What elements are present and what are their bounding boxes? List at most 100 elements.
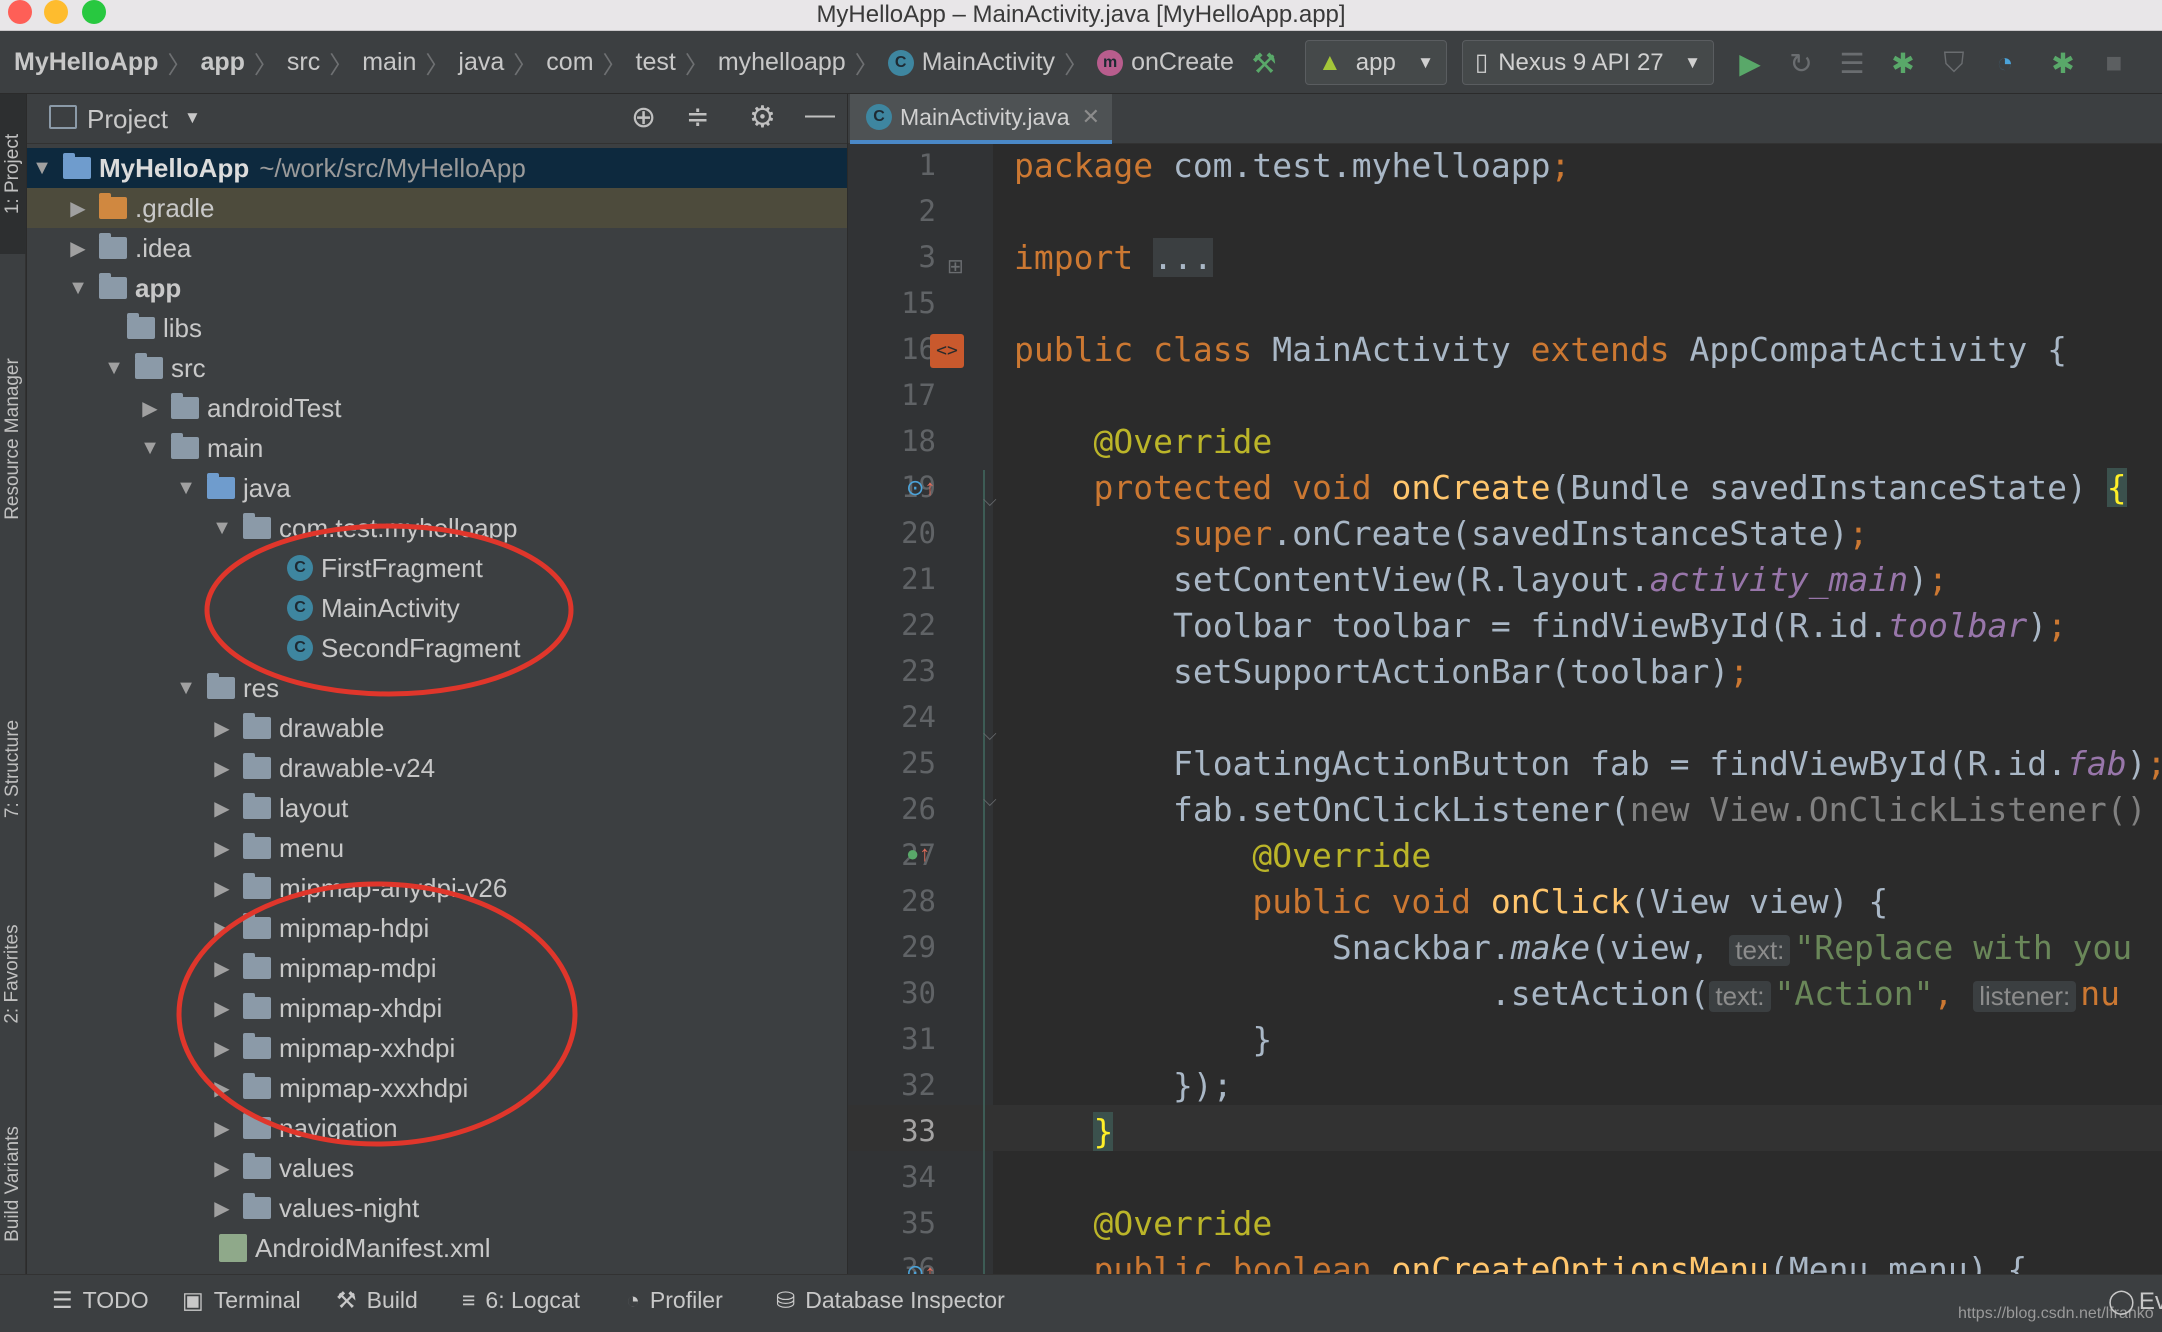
tool-todo[interactable]: ☰ TODO [52, 1287, 149, 1314]
run-config-select[interactable]: ▲ app ▼ [1305, 40, 1447, 85]
breadcrumb-mainactivity[interactable]: MainActivity [922, 48, 1055, 77]
line-number[interactable]: 1 [848, 148, 936, 182]
code-line-19: protected void onCreate(Bundle savedInst… [1093, 468, 2127, 507]
line-number[interactable]: 18 [848, 424, 936, 458]
close-icon[interactable]: ✕ [1082, 104, 1100, 130]
run-config-label: app [1355, 48, 1396, 76]
apply-code-changes-icon[interactable]: ☰ [1834, 45, 1870, 81]
line-number[interactable]: 30 [848, 976, 936, 1010]
param-hint: text: [1709, 981, 1771, 1012]
tab-structure[interactable]: 7: Structure [0, 684, 26, 854]
breadcrumb-com[interactable]: com [546, 48, 593, 77]
line-number[interactable]: 34 [848, 1160, 936, 1194]
tool-logcat[interactable]: ≡ 6: Logcat [462, 1287, 580, 1314]
tab-label: MainActivity.java [900, 103, 1070, 130]
code-line-31: } [1252, 1020, 1273, 1059]
line-number[interactable]: 32 [848, 1068, 936, 1102]
code-line-30: .setAction(text: "Action", listener: nu [1490, 974, 2121, 1013]
fold-marker-icon[interactable]: ⌵ [983, 490, 997, 511]
apply-changes-icon[interactable]: ↻ [1783, 45, 1819, 81]
editor-tab-bar: C MainActivity.java ✕ [848, 94, 2162, 144]
device-icon: ▯ [1475, 49, 1489, 76]
code-line-1: package com.test.myhelloapp; [1014, 146, 1571, 185]
line-number[interactable]: 16 [848, 332, 936, 366]
profile-icon[interactable]: ◔ [1987, 45, 2023, 81]
device-label: Nexus 9 API 27 [1498, 48, 1664, 76]
stop-icon[interactable]: ■ [2096, 45, 2132, 81]
left-tool-strip: 1: Project Resource Manager 7: Structure… [0, 94, 26, 1274]
tool-terminal[interactable]: ▣ Terminal [182, 1287, 301, 1314]
fold-marker-icon[interactable]: ⌵ [983, 790, 997, 811]
line-number[interactable]: 35 [848, 1206, 936, 1240]
line-number[interactable]: 23 [848, 654, 936, 688]
tab-favorites[interactable]: 2: Favorites [0, 874, 26, 1074]
breadcrumb-oncreate[interactable]: onCreate [1131, 48, 1234, 77]
line-number[interactable]: 26 [848, 792, 936, 826]
line-number[interactable]: 21 [848, 562, 936, 596]
breadcrumb-src[interactable]: src [287, 48, 320, 77]
tab-project[interactable]: 1: Project [0, 94, 26, 254]
breadcrumb-test[interactable]: test [636, 48, 676, 77]
line-number[interactable]: 3 [848, 240, 936, 274]
code-line-21: setContentView(R.layout.activity_main); [1172, 560, 1948, 599]
fold-marker-icon[interactable]: ⌵ [983, 724, 997, 745]
locate-target-icon[interactable]: ⊕ [631, 100, 656, 135]
override-marker-icon[interactable]: ⊙↑ [906, 475, 935, 501]
debug-icon[interactable]: ✱ [1885, 45, 1921, 81]
annotation-circle [176, 881, 578, 1147]
breadcrumb-project[interactable]: MyHelloApp [14, 48, 158, 77]
class-icon: C [887, 49, 914, 76]
tab-build-variants[interactable]: Build Variants [0, 1094, 26, 1274]
hammer-icon: ⚒ [336, 1287, 357, 1313]
tool-build[interactable]: ⚒ Build [336, 1287, 418, 1314]
line-number[interactable]: 28 [848, 884, 936, 918]
line-number[interactable]: 2 [848, 194, 936, 228]
code-line-23: setSupportActionBar(toolbar); [1172, 652, 1750, 691]
project-tree: ▼ MyHelloApp ~/work/src/MyHelloApp ▶ .gr… [27, 144, 847, 1274]
fold-plus-icon[interactable]: ⊞ [947, 254, 964, 279]
code-line-35: @Override [1093, 1204, 1273, 1243]
code-line-22: Toolbar toolbar = findViewById(R.id.tool… [1172, 606, 2068, 645]
logcat-icon: ≡ [462, 1287, 476, 1313]
event-log[interactable]: ◯ Ev [2108, 1287, 2162, 1316]
tool-profiler[interactable]: ◔ Profiler [626, 1287, 723, 1314]
line-number[interactable]: 29 [848, 930, 936, 964]
window-title-bar: MyHelloApp – MainActivity.java [MyHelloA… [0, 0, 2162, 31]
line-number[interactable]: 31 [848, 1022, 936, 1056]
collapse-all-icon[interactable]: ≑ [686, 100, 709, 133]
method-icon: m [1097, 49, 1124, 76]
implements-marker-icon[interactable]: ●↑ [906, 841, 930, 867]
line-number[interactable]: 17 [848, 378, 936, 412]
tab-mainactivity[interactable]: C MainActivity.java ✕ [850, 94, 1112, 144]
breadcrumb-java[interactable]: java [458, 48, 504, 77]
tab-resource-manager[interactable]: Resource Manager [0, 274, 26, 604]
android-icon: ▲ [1318, 48, 1342, 76]
line-number[interactable]: 33 [848, 1114, 936, 1148]
code-line-28: public void onClick(View view) { [1252, 882, 1889, 921]
tool-database-inspector[interactable]: ⛁ Database Inspector [776, 1287, 1005, 1314]
device-select[interactable]: ▯ Nexus 9 API 27 ▼ [1462, 40, 1714, 85]
code-editor[interactable]: 1 2 3 15 16 17 18 19 20 21 22 23 24 25 26 27 28 29 30 31 32 3… [848, 144, 2162, 1274]
chevron-down-icon: ▼ [1417, 52, 1434, 72]
gear-icon[interactable]: ⚙ [749, 100, 776, 135]
breadcrumb-main[interactable]: main [362, 48, 416, 77]
chevron-down-icon: ▼ [1684, 52, 1701, 72]
line-number[interactable]: 22 [848, 608, 936, 642]
line-number[interactable]: 25 [848, 746, 936, 780]
code-line-25: FloatingActionButton fab = findViewById(… [1172, 744, 2162, 783]
override-marker-icon[interactable]: ⊙↑ [906, 1260, 935, 1274]
window-title: MyHelloApp – MainActivity.java [MyHelloA… [816, 1, 1346, 28]
line-number[interactable]: 15 [848, 286, 936, 320]
hide-panel-icon[interactable]: — [805, 98, 835, 132]
breadcrumb-myhelloapp[interactable]: myhelloapp [718, 48, 846, 77]
layout-xml-icon[interactable]: <> [930, 334, 964, 368]
line-number[interactable]: 20 [848, 516, 936, 550]
run-icon[interactable]: ▶ [1732, 45, 1768, 81]
attach-debugger-icon[interactable]: ✱ [2045, 45, 2081, 81]
coverage-icon[interactable]: ⛉ [1936, 45, 1972, 81]
make-project-hammer-icon[interactable]: ⚒ [1246, 45, 1282, 81]
line-number[interactable]: 24 [848, 700, 936, 734]
chevron-down-icon[interactable]: ▼ [184, 108, 201, 128]
breadcrumb-app[interactable]: app [200, 48, 244, 77]
project-view-label[interactable]: Project [87, 104, 168, 135]
